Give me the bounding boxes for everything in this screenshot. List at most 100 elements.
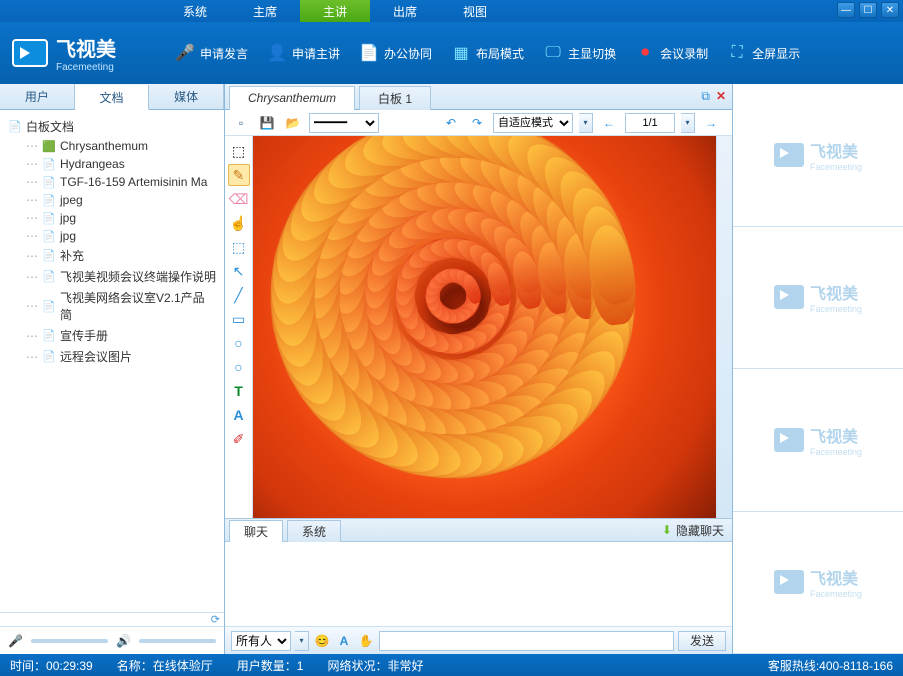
minimize-button[interactable]: — (837, 2, 855, 18)
zoom-dropdown[interactable]: ▾ (579, 113, 593, 133)
logo-icon (12, 39, 48, 67)
tool-request-speak[interactable]: 🎤申请发言 (168, 38, 254, 68)
tree-item[interactable]: ⋯📄飞视美视频会议终端操作说明 (4, 266, 220, 287)
tree-item[interactable]: ⋯📄补充 (4, 245, 220, 266)
hand-icon[interactable]: ✋ (357, 632, 375, 650)
open-folder-icon[interactable]: 📂 (283, 113, 303, 133)
maximize-button[interactable]: ☐ (859, 2, 877, 18)
tab-documents[interactable]: 文档 (75, 85, 150, 110)
chat-input-row: 所有人 ▾ 😊 A ✋ 发送 (225, 626, 732, 654)
video-slot-4[interactable]: 飞视美Facemeeting (733, 512, 903, 655)
pal-text[interactable]: T (228, 380, 250, 402)
logo-icon (774, 285, 804, 309)
doc-tab-chrysanthemum[interactable]: Chrysanthemum (229, 86, 355, 110)
font-color-icon[interactable]: A (335, 632, 353, 650)
pal-pointer[interactable]: ☝ (228, 212, 250, 234)
tree-item[interactable]: ⋯📄jpeg (4, 191, 220, 209)
status-users: 用户数量：1 (237, 657, 304, 674)
tree-root[interactable]: 📄 白板文档 (4, 116, 220, 137)
undo-icon[interactable]: ↶ (441, 113, 461, 133)
tab-users[interactable]: 用户 (0, 84, 75, 109)
zoom-mode-select[interactable]: 自适应模式 (493, 113, 573, 133)
menu-presenter[interactable]: 主讲 (300, 0, 370, 22)
video-slot-2[interactable]: 飞视美Facemeeting (733, 227, 903, 370)
hide-chat-button[interactable]: ⬇ 隐藏聊天 (662, 522, 724, 539)
tool-fullscreen[interactable]: ⛶全屏显示 (720, 38, 806, 68)
pal-highlight[interactable]: ✐ (228, 428, 250, 450)
close-window-button[interactable]: ✕ (881, 2, 899, 18)
new-doc-icon[interactable]: ▫ (231, 113, 251, 133)
chat-tabs: 聊天 系统 ⬇ 隐藏聊天 (225, 518, 732, 542)
mic-level-icon[interactable]: 🎤 (8, 634, 23, 648)
whiteboard-canvas[interactable] (253, 136, 716, 518)
doc-tab-whiteboard1[interactable]: 白板 1 (359, 86, 431, 110)
tree-item[interactable]: ⋯📄宣传手册 (4, 325, 220, 346)
video-slot-1[interactable]: 飞视美Facemeeting (733, 84, 903, 227)
close-doc-icon[interactable]: ✕ (716, 89, 726, 104)
pal-eraser[interactable]: ⌫ (228, 188, 250, 210)
tool-office-collab[interactable]: 📄办公协同 (352, 38, 438, 68)
mic-slider[interactable] (31, 639, 108, 643)
fullscreen-icon: ⛶ (726, 42, 748, 64)
tree-connector-icon: ⋯ (26, 350, 38, 364)
doc-icon: 📄 (358, 42, 380, 64)
send-button[interactable]: 发送 (678, 631, 726, 651)
tree-item-label: 飞视美网络会议室V2.1产品简 (60, 289, 216, 323)
tool-main-display[interactable]: 🖵主显切换 (536, 38, 622, 68)
sidebar: 用户 文档 媒体 📄 白板文档 ⋯🟩Chrysanthemum⋯📄Hydrang… (0, 84, 225, 654)
pal-ellipse[interactable]: ○ (228, 332, 250, 354)
pal-line[interactable]: ╱ (228, 284, 250, 306)
popout-icon[interactable]: ⧉ (701, 89, 710, 104)
chat-to-dropdown[interactable]: ▾ (295, 631, 309, 651)
pal-rect-select[interactable]: ⬚ (228, 236, 250, 258)
chat-tab-system[interactable]: 系统 (287, 520, 341, 542)
menu-system[interactable]: 系统 (160, 0, 230, 22)
pal-arrow[interactable]: ↖ (228, 260, 250, 282)
tool-layout-mode[interactable]: ▦布局模式 (444, 38, 530, 68)
menu-view[interactable]: 视图 (440, 0, 510, 22)
pal-pencil[interactable]: ✎ (228, 164, 250, 186)
document-tree: 📄 白板文档 ⋯🟩Chrysanthemum⋯📄Hydrangeas⋯📄TGF-… (0, 110, 224, 612)
right-panel: 飞视美Facemeeting 飞视美Facemeeting 飞视美Facemee… (733, 84, 903, 654)
page-input[interactable] (625, 113, 675, 133)
tree-item[interactable]: ⋯🟩Chrysanthemum (4, 137, 220, 155)
emoji-icon[interactable]: 😊 (313, 632, 331, 650)
tree-connector-icon: ⋯ (26, 249, 38, 263)
tree-item[interactable]: ⋯📄jpg (4, 227, 220, 245)
tool-request-present[interactable]: 👤申请主讲 (260, 38, 346, 68)
save-icon[interactable]: 💾 (257, 113, 277, 133)
tree-item[interactable]: ⋯📄TGF-16-159 Artemisinin Ma (4, 173, 220, 191)
tree-item[interactable]: ⋯📄Hydrangeas (4, 155, 220, 173)
chat-to-select[interactable]: 所有人 (231, 631, 291, 651)
pal-font[interactable]: A (228, 404, 250, 426)
menu-bar: 系统 主席 主讲 出席 视图 — ☐ ✕ (0, 0, 903, 22)
tree-item-label: 宣传手册 (60, 327, 108, 344)
document-icon: 📄 (42, 157, 56, 171)
speaker-icon[interactable]: 🔊 (116, 634, 131, 648)
pal-rectangle[interactable]: ▭ (228, 308, 250, 330)
tab-media[interactable]: 媒体 (149, 84, 224, 109)
pal-select[interactable]: ⬚ (228, 140, 250, 162)
tree-item-label: jpg (60, 211, 76, 225)
menu-attend[interactable]: 出席 (370, 0, 440, 22)
page-dropdown[interactable]: ▾ (681, 113, 695, 133)
chat-tab-chat[interactable]: 聊天 (229, 520, 283, 542)
tool-record[interactable]: ⏺会议录制 (628, 38, 714, 68)
chat-input[interactable] (379, 631, 674, 651)
speaker-slider[interactable] (139, 639, 216, 643)
prev-page-icon[interactable]: ← (599, 113, 619, 133)
video-slot-3[interactable]: 飞视美Facemeeting (733, 369, 903, 512)
next-page-icon[interactable]: → (701, 113, 721, 133)
logo-icon (774, 428, 804, 452)
line-style-select[interactable]: ━━━━━ (309, 113, 379, 133)
pal-circle[interactable]: ○ (228, 356, 250, 378)
tree-connector-icon: ⋯ (26, 270, 38, 284)
tree-item[interactable]: ⋯📄飞视美网络会议室V2.1产品简 (4, 287, 220, 325)
vertical-scrollbar[interactable] (716, 136, 732, 518)
refresh-icon[interactable]: ⟳ (211, 613, 220, 626)
tree-item[interactable]: ⋯📄jpg (4, 209, 220, 227)
redo-icon[interactable]: ↷ (467, 113, 487, 133)
document-icon: 📄 (42, 175, 56, 189)
menu-chair[interactable]: 主席 (230, 0, 300, 22)
tree-item[interactable]: ⋯📄远程会议图片 (4, 346, 220, 367)
